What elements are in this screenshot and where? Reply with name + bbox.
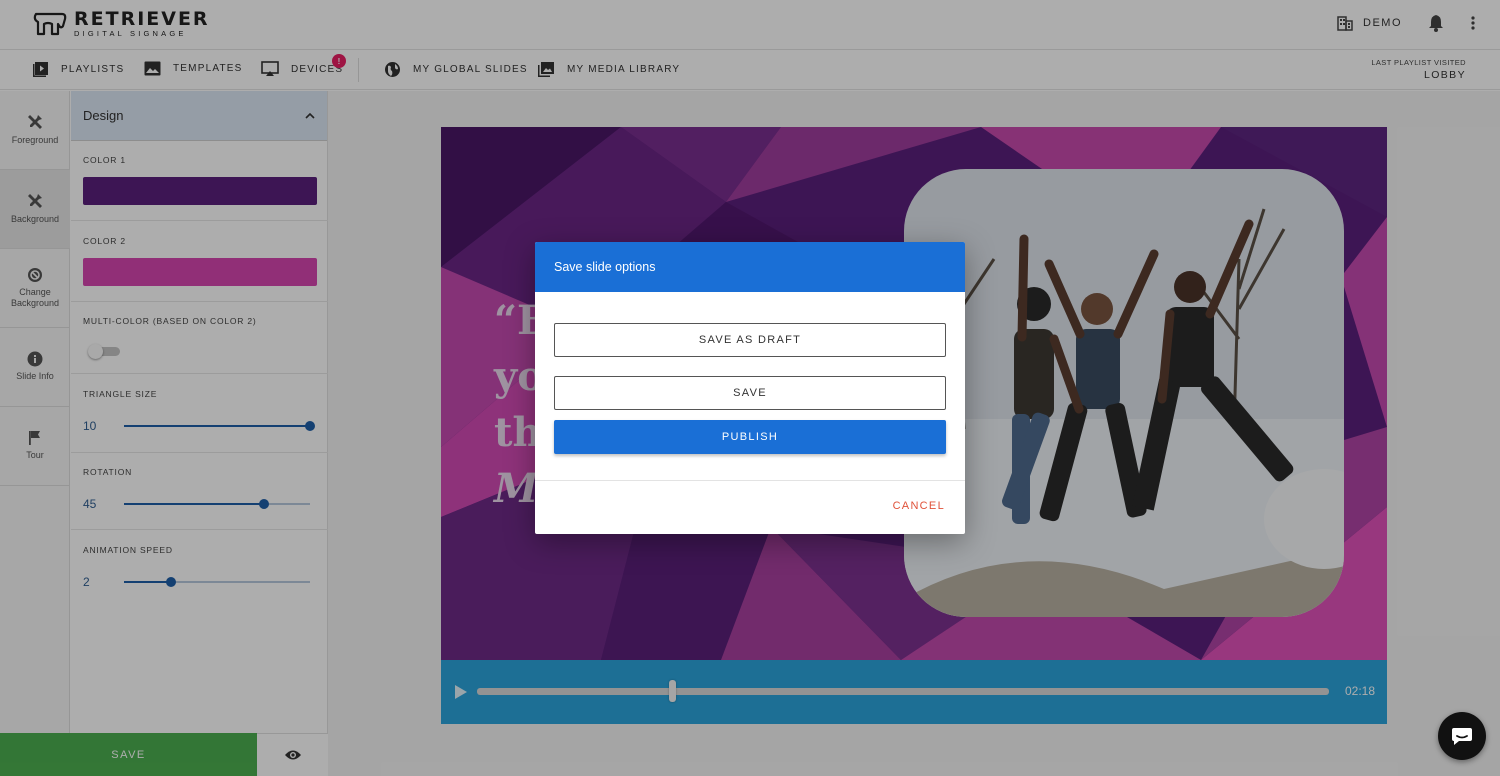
- dialog-save-button[interactable]: SAVE: [554, 376, 946, 410]
- save-slide-dialog: Save slide options SAVE AS DRAFT SAVE PU…: [535, 242, 965, 534]
- chat-icon: [1452, 728, 1472, 745]
- cancel-button[interactable]: CANCEL: [893, 500, 945, 512]
- dialog-divider: [535, 480, 965, 481]
- publish-button[interactable]: PUBLISH: [554, 420, 946, 454]
- dialog-title: Save slide options: [535, 242, 965, 292]
- chat-launcher-button[interactable]: [1438, 712, 1486, 760]
- save-as-draft-button[interactable]: SAVE AS DRAFT: [554, 323, 946, 357]
